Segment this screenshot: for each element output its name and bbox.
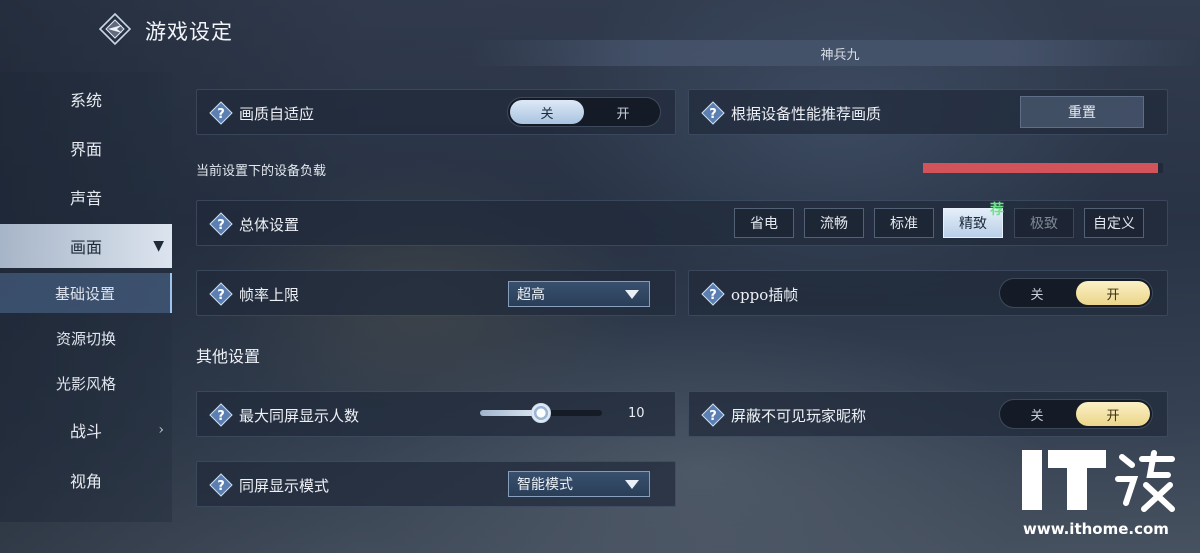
caret-down-icon	[625, 480, 639, 489]
caret-down-icon	[625, 290, 639, 299]
sidebar-item-label: 界面	[69, 140, 102, 159]
toggle-off-option[interactable]: 关	[1000, 279, 1074, 307]
max-players-value: 10	[628, 406, 645, 421]
toggle-off-option[interactable]: 关	[1000, 400, 1074, 428]
svg-text:?: ?	[217, 218, 225, 233]
other-settings-title: 其他设置	[196, 347, 261, 366]
preset-ultra-button[interactable]: 极致	[1014, 208, 1074, 238]
help-icon[interactable]: ?	[701, 101, 725, 125]
sidebar-subitem-label: 基础设置	[54, 284, 115, 303]
toggle-off-option[interactable]: 关	[510, 100, 584, 124]
help-icon[interactable]: ?	[701, 282, 725, 306]
max-players-row: ? 最大同屏显示人数	[196, 391, 676, 437]
sidebar-item-camera[interactable]: 视角	[0, 458, 172, 502]
sidebar-subitem-label: 光影风格	[55, 374, 116, 393]
chevron-down-icon: ▼	[153, 238, 164, 254]
server-name: 神兵九	[820, 48, 860, 63]
sidebar-subitem-resource-switch[interactable]: 资源切换	[0, 318, 172, 358]
frame-limit-dropdown[interactable]: 超高	[508, 281, 650, 307]
adaptive-quality-label: 画质自适应	[239, 105, 315, 123]
oppo-interp-label: oppo插帧	[731, 286, 799, 304]
sidebar-subitem-lighting-style[interactable]: 光影风格	[0, 363, 172, 403]
oppo-interp-toggle[interactable]: 关 开	[999, 278, 1153, 308]
settings-emblem-icon	[98, 12, 132, 46]
sidebar-item-label: 画面	[69, 238, 102, 257]
overall-settings-label: 总体设置	[239, 216, 300, 234]
sidebar-item-interface[interactable]: 界面	[0, 126, 172, 170]
header: 游戏设定 神兵九	[0, 0, 1200, 70]
help-icon[interactable]: ?	[209, 282, 233, 306]
toggle-on-option[interactable]: 开	[586, 98, 660, 126]
preset-standard-button[interactable]: 标准	[874, 208, 934, 238]
chevron-right-icon: ›	[158, 422, 164, 438]
device-load-fill	[923, 163, 1159, 173]
preset-smooth-button[interactable]: 流畅	[804, 208, 864, 238]
sidebar-item-combat[interactable]: 战斗 ›	[0, 408, 172, 452]
svg-text:?: ?	[217, 409, 225, 424]
svg-text:?: ?	[217, 288, 225, 303]
reset-button[interactable]: 重置	[1020, 96, 1144, 128]
sidebar-item-graphics[interactable]: 画面 ▼	[0, 224, 172, 268]
frame-limit-value: 超高	[517, 287, 545, 303]
display-mode-value: 智能模式	[517, 477, 573, 493]
svg-text:?: ?	[709, 409, 717, 424]
svg-text:?: ?	[217, 479, 225, 494]
hide-names-toggle[interactable]: 关 开	[999, 399, 1153, 429]
sidebar-item-label: 战斗	[69, 422, 102, 441]
hide-names-label: 屏蔽不可见玩家昵称	[731, 407, 867, 425]
max-players-slider-thumb[interactable]	[531, 403, 551, 423]
max-players-label: 最大同屏显示人数	[239, 407, 360, 425]
preset-custom-button[interactable]: 自定义	[1084, 208, 1144, 238]
help-icon[interactable]: ?	[209, 212, 233, 236]
sidebar-item-label: 系统	[69, 91, 102, 110]
sidebar-item-label: 声音	[69, 189, 102, 208]
help-icon[interactable]: ?	[209, 403, 233, 427]
svg-text:?: ?	[217, 107, 225, 122]
display-mode-label: 同屏显示模式	[239, 477, 330, 495]
sidebar-item-system[interactable]: 系统	[0, 77, 172, 121]
help-icon[interactable]: ?	[209, 473, 233, 497]
adaptive-quality-toggle[interactable]: 关 开	[507, 97, 661, 127]
toggle-on-option[interactable]: 开	[1076, 402, 1150, 426]
sidebar-item-sound[interactable]: 声音	[0, 175, 172, 219]
help-icon[interactable]: ?	[209, 101, 233, 125]
recommended-badge: 荐	[990, 202, 1004, 218]
svg-text:?: ?	[709, 288, 717, 303]
page-title: 游戏设定	[145, 20, 233, 44]
device-load-label: 当前设置下的设备负载	[196, 164, 327, 179]
preset-power-save-button[interactable]: 省电	[734, 208, 794, 238]
watermark-url: www.ithome.com	[1023, 520, 1169, 538]
help-icon[interactable]: ?	[701, 403, 725, 427]
sidebar-item-label: 视角	[69, 472, 102, 491]
recommend-quality-label: 根据设备性能推荐画质	[731, 105, 882, 123]
sidebar-subitem-basic-settings[interactable]: 基础设置	[0, 273, 172, 313]
frame-limit-label: 帧率上限	[239, 286, 300, 304]
device-load-bar	[923, 163, 1163, 173]
sidebar-subitem-label: 资源切换	[55, 329, 116, 348]
display-mode-dropdown[interactable]: 智能模式	[508, 471, 650, 497]
svg-text:?: ?	[709, 107, 717, 122]
toggle-on-option[interactable]: 开	[1076, 281, 1150, 305]
